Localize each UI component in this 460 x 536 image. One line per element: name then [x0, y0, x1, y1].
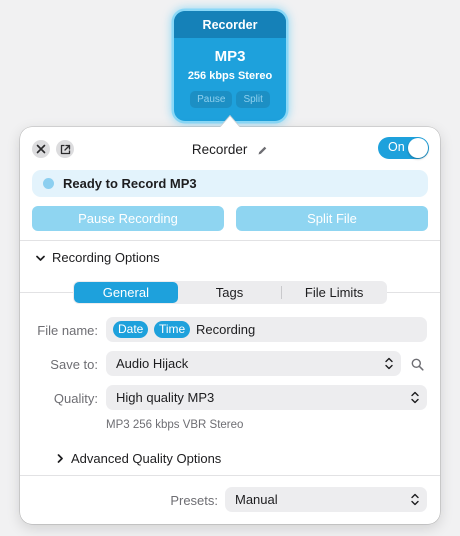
- chevron-right-icon: [57, 454, 63, 463]
- save-to-select[interactable]: Audio Hijack: [106, 351, 401, 376]
- save-to-label: Save to:: [50, 357, 98, 372]
- block-buttons: Pause Split: [174, 91, 286, 108]
- chevron-up-down-icon: [385, 357, 393, 370]
- status-indicator: [43, 178, 54, 189]
- quality-description: MP3 256 kbps VBR Stereo: [106, 419, 244, 431]
- presets-value: Manual: [235, 492, 278, 507]
- options-tab-bar: General Tags File Limits: [73, 281, 387, 304]
- divider: [20, 240, 440, 241]
- block-quality: 256 kbps Stereo: [187, 70, 273, 82]
- block-pause-button[interactable]: Pause: [190, 91, 233, 108]
- recording-options-label: Recording Options: [52, 250, 160, 265]
- chevron-up-down-icon: [411, 391, 419, 404]
- file-name-field[interactable]: Date Time Recording: [106, 317, 427, 342]
- recording-options-disclosure[interactable]: Recording Options: [36, 250, 160, 265]
- date-token[interactable]: Date: [113, 321, 149, 338]
- pencil-icon: [258, 146, 267, 155]
- file-name-text: Recording: [196, 322, 256, 337]
- popover-arrow: [220, 114, 240, 127]
- split-file-button[interactable]: Split File: [236, 206, 428, 231]
- quality-label: Quality:: [53, 391, 98, 406]
- divider: [20, 475, 440, 476]
- panel-header: Recorder: [20, 142, 440, 159]
- panel-title: Recorder: [191, 142, 248, 157]
- rename-button[interactable]: [257, 144, 268, 159]
- tab-file-limits[interactable]: File Limits: [282, 282, 386, 303]
- status-text: Ready to Record MP3: [63, 176, 197, 191]
- save-to-value: Audio Hijack: [116, 356, 189, 371]
- quality-value: High quality MP3: [116, 390, 215, 405]
- advanced-quality-disclosure[interactable]: Advanced Quality Options: [57, 451, 221, 466]
- recorder-inspector-popover: Recorder On Ready to Record MP3 Pause Re…: [20, 127, 440, 524]
- on-off-toggle[interactable]: On: [378, 137, 429, 159]
- block-format: MP3: [214, 48, 246, 65]
- presets-label: Presets:: [170, 493, 218, 508]
- block-title: Recorder: [174, 11, 286, 38]
- toggle-label: On: [388, 140, 405, 154]
- search-icon[interactable]: [411, 358, 424, 371]
- recorder-block[interactable]: Recorder MP3 256 kbps Stereo Pause Split: [174, 11, 286, 121]
- quality-select[interactable]: High quality MP3: [106, 385, 427, 410]
- pause-recording-button[interactable]: Pause Recording: [32, 206, 224, 231]
- tab-general[interactable]: General: [74, 282, 178, 303]
- status-bar: Ready to Record MP3: [32, 170, 428, 197]
- time-token[interactable]: Time: [154, 321, 191, 338]
- advanced-quality-label: Advanced Quality Options: [71, 451, 222, 466]
- file-name-label: File name:: [37, 323, 98, 338]
- chevron-up-down-icon: [411, 493, 419, 506]
- chevron-down-icon: [36, 255, 45, 261]
- block-split-button[interactable]: Split: [236, 91, 270, 108]
- toggle-knob: [408, 138, 428, 158]
- presets-select[interactable]: Manual: [225, 487, 427, 512]
- tab-tags[interactable]: Tags: [178, 282, 282, 303]
